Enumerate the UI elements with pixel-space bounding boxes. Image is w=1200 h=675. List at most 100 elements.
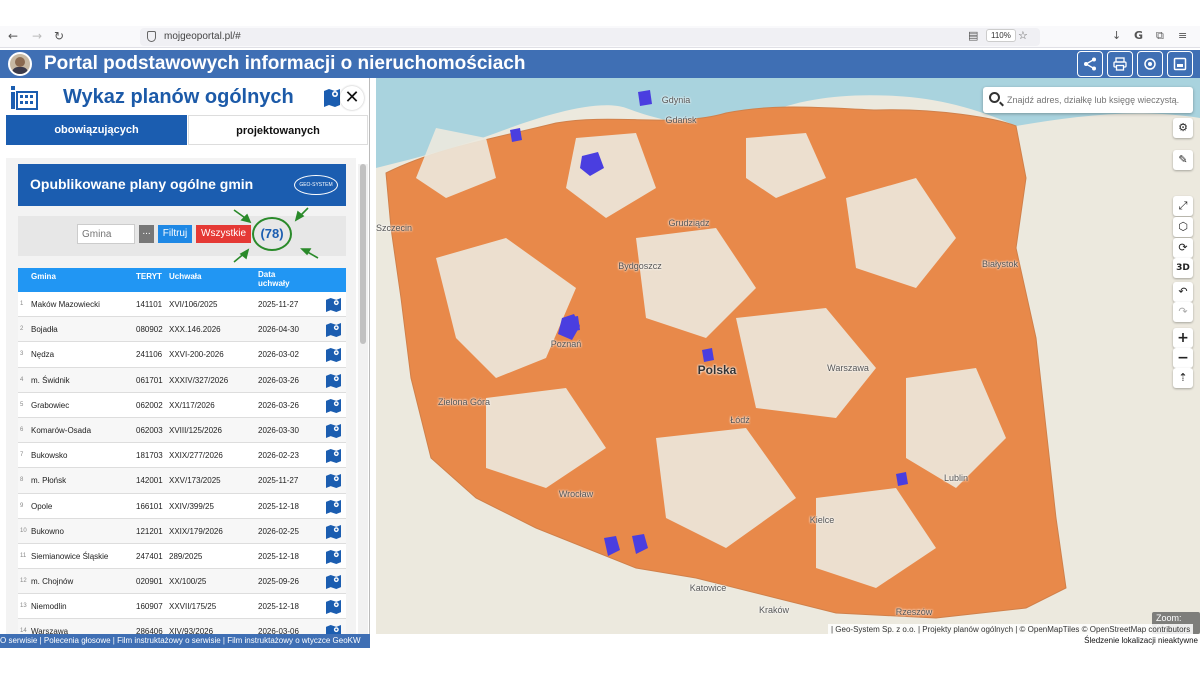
row-number: 3: [20, 351, 24, 358]
cell-uchwala: XXIX/277/2026: [169, 451, 223, 461]
cell-data: 2026-03-02: [258, 350, 299, 360]
share-button[interactable]: [1077, 51, 1103, 77]
table-row[interactable]: 5 Grabowiec 062002 XX/117/2026 2026-03-26: [18, 392, 346, 418]
map-pin-icon[interactable]: [325, 473, 342, 489]
redo-tool-button[interactable]: ↷: [1173, 302, 1193, 322]
table-row[interactable]: 9 Opole 166101 XXIV/399/25 2025-12-18: [18, 493, 346, 519]
col-teryt[interactable]: TERYT: [136, 272, 162, 281]
download-icon[interactable]: ↓: [1112, 29, 1121, 42]
show-all-button[interactable]: Wszystkie: [196, 225, 251, 243]
city-label: Bydgoszcz: [618, 261, 662, 271]
forward-icon[interactable]: →: [32, 29, 42, 43]
table-row[interactable]: 14 Warszawa 286406 XIV/93/2026 2026-03-06: [18, 619, 346, 634]
zoom-badge[interactable]: 110%: [986, 29, 1016, 42]
table-row[interactable]: 4 m. Świdnik 061701 XXXIV/327/2026 2026-03-2…: [18, 367, 346, 393]
city-label: Wrocław: [558, 489, 594, 499]
map-search-box[interactable]: [983, 87, 1193, 113]
cell-data: 2026-02-23: [258, 451, 299, 461]
table-row[interactable]: 12 m. Chojnów 020901 XX/100/25 2025-09-26: [18, 569, 346, 595]
map-pin-icon[interactable]: [325, 549, 342, 564]
zoom-in-button[interactable]: +: [1173, 328, 1193, 348]
location-button[interactable]: [1137, 51, 1163, 77]
footer-links[interactable]: O serwisie | Polecenia głosowe | Film in…: [0, 634, 370, 648]
table-row[interactable]: 11 Siemianowice Śląskie 247401 289/2025 2025…: [18, 543, 346, 570]
col-uchwala[interactable]: Uchwała: [169, 272, 201, 281]
polygon-tool-button[interactable]: ⬡: [1173, 217, 1193, 237]
undo-tool-button[interactable]: ↶: [1173, 282, 1193, 302]
table-body: 1 Maków Mazowiecki 141101 XVI/106/2025 2025-…: [18, 292, 346, 634]
table-row[interactable]: 13 Niemodlin 160907 XXVII/175/25 2025-12-18: [18, 594, 346, 620]
map-pin-icon[interactable]: [325, 524, 342, 539]
account-icon[interactable]: G: [1134, 29, 1143, 42]
reader-view-icon[interactable]: ▤: [968, 29, 978, 42]
more-button[interactable]: ...: [139, 225, 154, 243]
table-row[interactable]: 6 Komarów-Osada 062003 XVIII/125/2026 2026-0…: [18, 417, 346, 444]
table-row[interactable]: 2 Bojadła 080902 XXX.146.2026 2026-04-30: [18, 317, 346, 343]
print-icon: [1113, 57, 1127, 71]
city-label: Grudziądz: [668, 218, 710, 228]
tab-obowiazujacych[interactable]: obowiązujących: [6, 115, 187, 145]
col-data[interactable]: Data uchwały: [258, 270, 298, 288]
cell-uchwala: XXIV/399/25: [169, 501, 214, 511]
map-pin-icon[interactable]: [325, 347, 342, 363]
map-pin-icon[interactable]: [325, 624, 342, 634]
save-button[interactable]: [1167, 51, 1193, 77]
search-icon[interactable]: [989, 92, 1000, 103]
map-search-input[interactable]: [1007, 91, 1189, 109]
map-pin-icon[interactable]: [325, 599, 342, 615]
map-pin-icon[interactable]: [325, 423, 342, 438]
settings-tool-button[interactable]: ⚙: [1173, 118, 1193, 138]
table-row[interactable]: 1 Maków Mazowiecki 141101 XVI/106/2025 2025-…: [18, 292, 346, 318]
map-canvas[interactable]: Gdynia Gdańsk Szczecin Grudziądz Białyst…: [376, 78, 1200, 634]
map-attribution[interactable]: | Geo-System Sp. z o.o. | Projekty planó…: [828, 624, 1194, 634]
tab-projektowanych[interactable]: projektowanych: [188, 115, 368, 145]
fullscreen-tool-button[interactable]: ⤢: [1173, 196, 1193, 216]
draw-tool-button[interactable]: ✎: [1173, 150, 1193, 170]
table-row[interactable]: 7 Bukowsko 181703 XXIX/277/2026 2026-02-23: [18, 443, 346, 469]
rotate-tool-button[interactable]: ⟳: [1173, 238, 1193, 258]
address-bar[interactable]: mojgeoportal.pl/#: [140, 28, 1040, 46]
print-button[interactable]: [1107, 51, 1133, 77]
close-icon[interactable]: ✕: [340, 86, 364, 110]
table-row[interactable]: 10 Bukowno 121201 XXIX/179/2026 2026-02-25: [18, 518, 346, 544]
sidebar-scrollbar[interactable]: [358, 164, 368, 634]
filter-button[interactable]: Filtruj: [158, 225, 192, 243]
cell-uchwala: XXIX/179/2026: [169, 526, 223, 536]
col-gmina[interactable]: Gmina: [31, 272, 56, 281]
cell-data: 2026-03-26: [258, 375, 299, 385]
bookmark-star-icon[interactable]: ☆: [1018, 29, 1028, 42]
filter-bar: ... Filtruj Wszystkie (78): [18, 207, 346, 263]
cell-uchwala: XX/117/2026: [169, 400, 215, 410]
map-pin-icon[interactable]: [325, 448, 342, 464]
map-pin-icon[interactable]: [325, 322, 342, 338]
cell-gmina: Maków Mazowiecki: [31, 300, 100, 309]
cell-data: 2025-12-18: [258, 501, 299, 511]
menu-icon[interactable]: ≡: [1178, 29, 1187, 42]
3d-tool-button[interactable]: 3D: [1173, 258, 1193, 278]
map-pin-icon[interactable]: [325, 373, 342, 388]
table-row[interactable]: 3 Nędza 241106 XXVI-200-2026 2026-03-02: [18, 342, 346, 368]
cell-uchwala: XXXIV/327/2026: [169, 375, 229, 385]
table-row[interactable]: 8 m. Płońsk 142001 XXV/173/2025 2025-11-27: [18, 468, 346, 494]
map-pin-icon[interactable]: [325, 398, 342, 413]
reload-icon[interactable]: ↻: [54, 29, 64, 43]
map-pin-icon[interactable]: [323, 87, 341, 107]
avatar[interactable]: [8, 52, 32, 76]
zoom-out-button[interactable]: −: [1173, 348, 1193, 368]
map-pin-icon[interactable]: [325, 499, 342, 514]
row-number: 5: [20, 401, 24, 408]
cell-teryt: 247401: [136, 551, 163, 561]
cell-teryt: 142001: [136, 476, 163, 486]
projected-plan-area: [702, 348, 714, 362]
sidebar-content: Opublikowane plany ogólne gmin GEO-SYSTE…: [6, 158, 356, 634]
page: { "browser": { "url": "mojgeoportal.pl/#…: [0, 0, 1200, 675]
row-number: 1: [20, 301, 24, 307]
extensions-icon[interactable]: ⧉: [1156, 29, 1164, 43]
map-pin-icon[interactable]: [325, 297, 342, 312]
gmina-filter-input[interactable]: [77, 224, 135, 244]
cell-teryt: 020901: [136, 577, 163, 587]
map-pin-icon[interactable]: [325, 574, 342, 590]
row-number: 11: [20, 552, 27, 559]
compass-button[interactable]: ⇡: [1173, 368, 1193, 388]
back-icon[interactable]: ←: [8, 29, 18, 43]
